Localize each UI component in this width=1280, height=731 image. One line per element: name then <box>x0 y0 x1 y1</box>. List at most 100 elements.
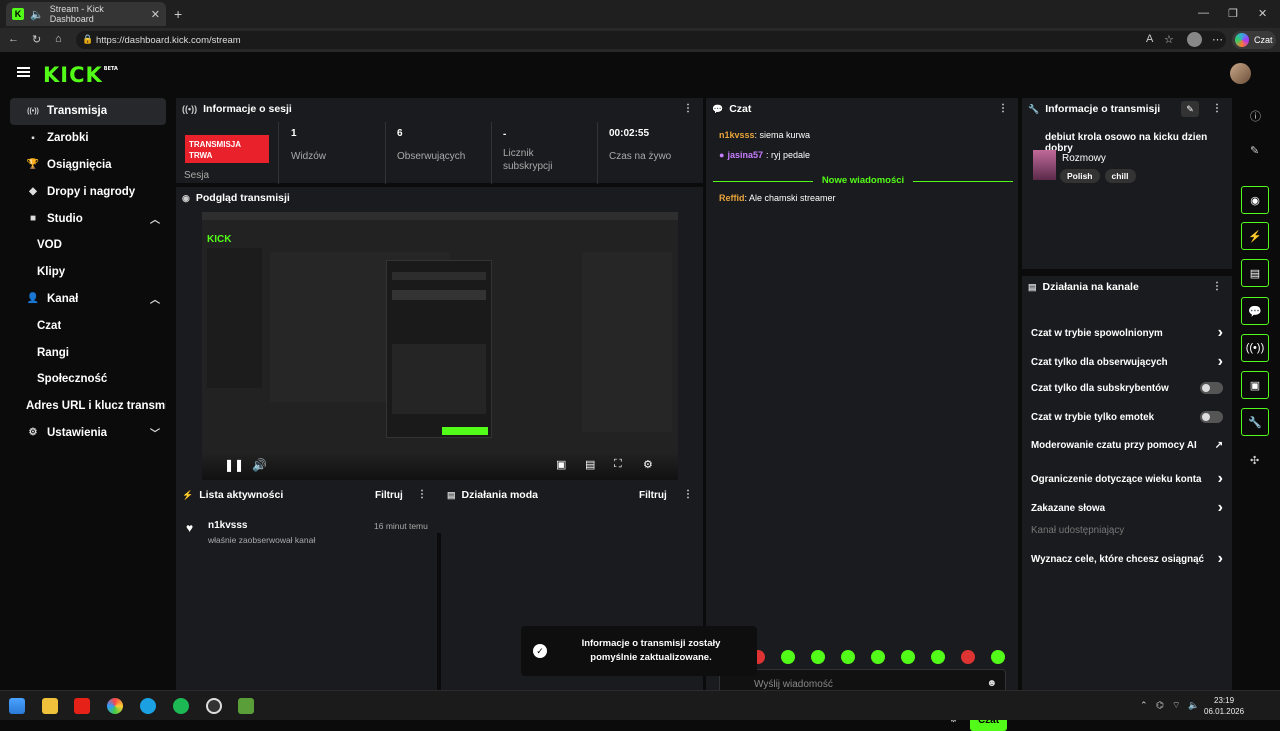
emote-icon[interactable] <box>991 650 1005 664</box>
sidebar-item-vod[interactable]: VOD <box>10 232 166 259</box>
start-icon[interactable] <box>9 698 25 714</box>
minimize-icon[interactable]: — <box>1198 7 1209 19</box>
kick-logo[interactable]: KICKBETA <box>43 63 118 87</box>
browser-tab[interactable]: K 🔈 Stream - Kick Dashboard ✕ <box>6 2 166 26</box>
rail-broadcast-button[interactable]: ((•)) <box>1241 334 1269 362</box>
fullscreen-icon[interactable]: ⛶ <box>614 458 622 471</box>
channel-action-row[interactable]: Moderowanie czatu przy pomocy AI ↗ <box>1031 440 1223 451</box>
kebab-menu-icon[interactable]: ⋮ <box>1212 281 1222 292</box>
sidebar-item-kanał[interactable]: 👤 Kanał ︿ <box>10 286 166 313</box>
sidebar-item-klipy[interactable]: Klipy <box>10 259 166 286</box>
rail-chat-button[interactable]: 💬 <box>1241 297 1269 325</box>
wifi-icon[interactable]: ⌔ <box>1172 700 1180 711</box>
kebab-menu-icon[interactable]: ⋮ <box>683 489 693 500</box>
channel-action-row[interactable]: Czat w trybie tylko emotek <box>1031 411 1223 423</box>
volume-icon[interactable]: 🔊 <box>252 458 267 472</box>
sidebar-item-adres-url-i-klucz-transmisji[interactable]: Adres URL i klucz transmisji <box>10 393 166 420</box>
pencil-icon[interactable]: ✎ <box>1250 144 1259 157</box>
kebab-menu-icon[interactable]: ⋮ <box>1212 103 1222 114</box>
pause-icon[interactable]: ❚❚ <box>224 458 244 472</box>
channel-action-row[interactable]: Czat w trybie spowolnionym › <box>1031 324 1223 342</box>
clock[interactable]: 23:19 06.01.2026 <box>1204 695 1244 717</box>
photos-icon[interactable] <box>107 698 123 714</box>
tab-title: Stream - Kick Dashboard <box>49 4 104 24</box>
tray-chevron-icon[interactable]: ⌃ <box>1140 700 1148 711</box>
sidebar-item-studio[interactable]: ■ Studio ︿ <box>10 205 166 232</box>
sidebar-item-zarobki[interactable]: ▪ Zarobki <box>10 125 166 152</box>
maximize-icon[interactable]: ❐ <box>1228 7 1238 20</box>
new-tab-icon[interactable]: + <box>174 6 182 22</box>
close-window-icon[interactable]: ✕ <box>1258 7 1267 20</box>
file-explorer-icon[interactable] <box>42 698 58 714</box>
toggle-switch[interactable] <box>1200 411 1223 423</box>
activity-time: 16 minut temu <box>374 521 428 531</box>
more-icon[interactable]: ⋯ <box>1212 33 1223 46</box>
minecraft-icon[interactable] <box>238 698 254 714</box>
home-icon[interactable]: ⌂ <box>55 33 62 45</box>
rail-document-button[interactable]: ▤ <box>1241 259 1269 287</box>
rail-channel-button[interactable]: ▣ <box>1241 371 1269 399</box>
info-icon[interactable]: ⓘ <box>1250 108 1261 124</box>
emote-icon[interactable] <box>781 650 795 664</box>
sidebar-item-osiągnięcia[interactable]: 🏆 Osiągnięcia <box>10 152 166 179</box>
add-widget-icon[interactable]: ✣ <box>1250 454 1259 467</box>
filter-button[interactable]: Filtruj <box>375 490 403 501</box>
channel-action-row[interactable]: Czat tylko dla subskrybentów <box>1031 382 1223 394</box>
filter-button[interactable]: Filtruj <box>639 490 667 501</box>
channel-actions-panel: ▤ Działania na kanale ⋮ Czat w trybie spo… <box>1022 276 1232 690</box>
user-avatar[interactable] <box>1230 63 1251 84</box>
hamburger-menu-icon[interactable] <box>17 67 30 77</box>
channel-action-row[interactable]: Czat tylko dla obserwujących › <box>1031 353 1223 371</box>
emote-icon[interactable] <box>901 650 915 664</box>
rail-bolt-button[interactable]: ⚡ <box>1241 222 1269 250</box>
speaker-icon[interactable]: 🔈 <box>30 8 44 21</box>
close-tab-icon[interactable]: ✕ <box>151 8 160 21</box>
emote-icon[interactable] <box>841 650 855 664</box>
toggle-switch[interactable] <box>1200 382 1223 394</box>
pip-icon[interactable]: ▣ <box>556 458 566 471</box>
kebab-menu-icon[interactable]: ⋮ <box>683 103 693 114</box>
sidebar-item-społeczność[interactable]: Społeczność <box>10 366 166 393</box>
sidebar-item-label: Osiągnięcia <box>47 158 112 171</box>
sidebar-item-ustawienia[interactable]: ⚙ Ustawienia ﹀ <box>10 420 166 447</box>
channel-action-label: Kanał udostępniający <box>1031 525 1125 536</box>
sidebar-item-rangi[interactable]: Rangi <box>10 339 166 366</box>
category-name[interactable]: Rozmowy <box>1062 153 1106 164</box>
theatre-icon[interactable]: ▤ <box>585 458 595 471</box>
studio-icon: ■ <box>29 213 37 225</box>
sidebar-item-czat[interactable]: Czat <box>10 312 166 339</box>
emote-icon[interactable] <box>961 650 975 664</box>
copilot-button[interactable]: Czat <box>1232 31 1276 49</box>
chevron-up-icon[interactable]: ︿ <box>150 291 160 306</box>
chevron-down-icon[interactable]: ﹀ <box>150 425 160 440</box>
obs-icon[interactable] <box>206 698 222 714</box>
spotify-icon[interactable] <box>173 698 189 714</box>
rail-camera-button[interactable]: ◉ <box>1241 186 1269 214</box>
channel-action-row[interactable]: Zakazane słowa › <box>1031 499 1223 517</box>
rail-wrench-button[interactable]: 🔧 <box>1241 408 1269 436</box>
read-aloud-icon[interactable]: A <box>1146 33 1153 45</box>
profile-icon[interactable] <box>1187 32 1202 47</box>
video-preview[interactable]: KICK ❚❚ 🔊 ▣ ▤ ⛶ ⚙ <box>202 212 678 480</box>
emote-icon[interactable] <box>931 650 945 664</box>
network-icon[interactable]: ⌬ <box>1156 700 1164 711</box>
emote-icon[interactable] <box>811 650 825 664</box>
url-field[interactable]: 🔒 https://dashboard.kick.com/stream <box>76 31 1226 49</box>
settings-icon[interactable]: ⚙ <box>643 458 653 471</box>
emote-icon[interactable] <box>871 650 885 664</box>
channel-action-row[interactable]: Wyznacz cele, które chcesz osiągnąć › <box>1031 550 1223 568</box>
edge-icon[interactable] <box>140 698 156 714</box>
sidebar-item-dropy-i-nagrody[interactable]: ◆ Dropy i nagrody <box>10 178 166 205</box>
youtube-icon[interactable] <box>74 698 90 714</box>
kebab-menu-icon[interactable]: ⋮ <box>998 103 1008 114</box>
edit-icon[interactable]: ✎ <box>1181 101 1199 117</box>
volume-tray-icon[interactable]: 🔈 <box>1188 700 1199 711</box>
channel-action-row[interactable]: Ograniczenie dotyczące wieku konta › <box>1031 470 1223 488</box>
favorite-star-icon[interactable]: ☆ <box>1164 33 1174 46</box>
sidebar-item-transmisja[interactable]: ((•)) Transmisja <box>10 98 166 125</box>
back-icon[interactable]: ← <box>8 33 19 45</box>
kebab-menu-icon[interactable]: ⋮ <box>417 489 427 500</box>
chevron-up-icon[interactable]: ︿ <box>150 211 160 226</box>
reload-icon[interactable]: ↻ <box>32 33 41 46</box>
activity-user[interactable]: n1kvsss <box>208 520 247 531</box>
